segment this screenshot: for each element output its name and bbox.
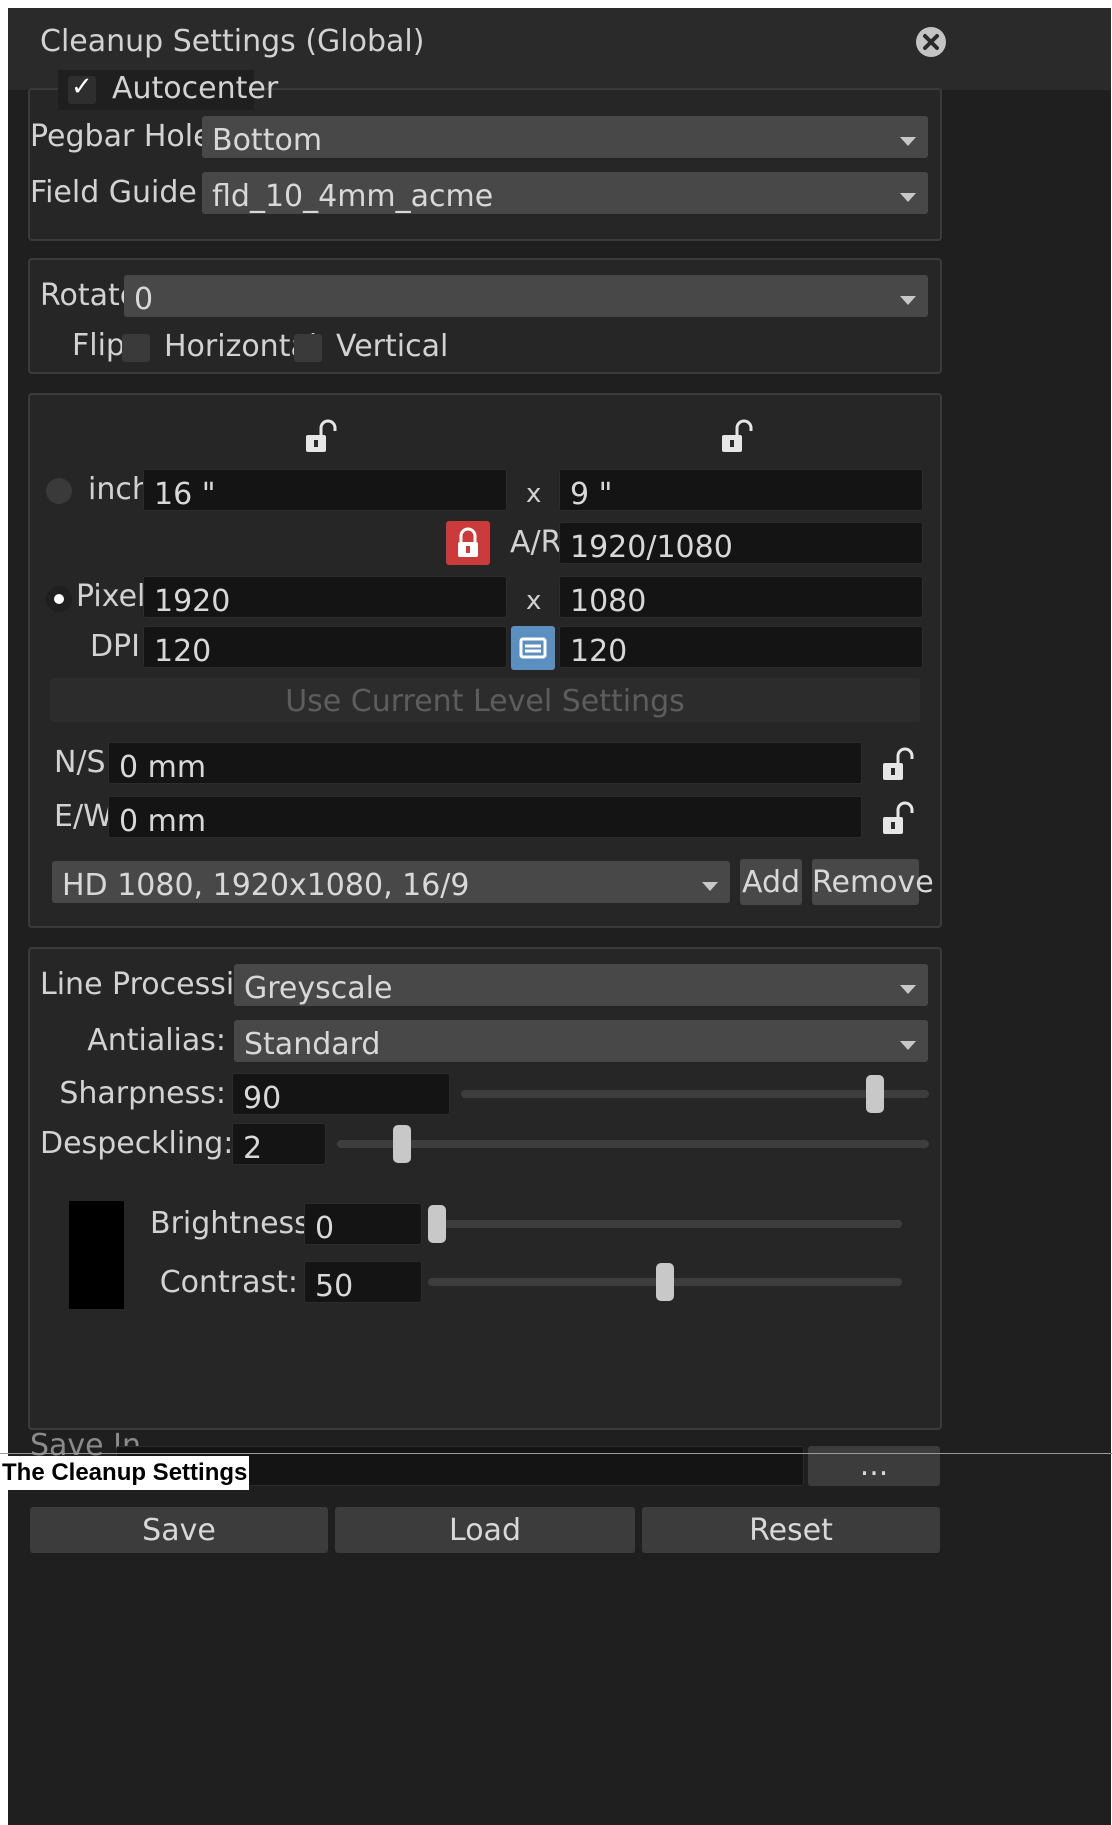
chevron-down-icon — [702, 882, 718, 891]
ar-field[interactable]: 1920/1080 — [559, 522, 923, 564]
ar-label: A/R — [510, 525, 562, 560]
lock-height-icon[interactable] — [719, 418, 753, 458]
brightness-label: Brightness: — [150, 1206, 320, 1241]
flip-label: Flip — [72, 328, 125, 363]
inch-width-field[interactable]: 16 " — [143, 469, 507, 511]
pixels-width-field[interactable]: 1920 — [143, 576, 507, 618]
brightness-field[interactable]: 0 — [304, 1203, 422, 1245]
load-button[interactable]: Load — [335, 1507, 635, 1553]
despeckling-field[interactable]: 2 — [232, 1123, 326, 1165]
dpi-label: DPI — [89, 629, 140, 664]
despeckling-slider-track[interactable] — [337, 1140, 929, 1148]
lock-ns-icon[interactable] — [880, 746, 914, 786]
flip-horizontal-checkbox[interactable] — [122, 334, 150, 362]
save-button[interactable]: Save — [30, 1507, 328, 1553]
lock-ew-icon[interactable] — [880, 800, 914, 840]
chevron-down-icon — [900, 296, 916, 305]
pegbar-holes-dropdown[interactable]: Bottom — [202, 116, 928, 158]
radio-dot-icon — [54, 594, 64, 604]
rotate-value: 0 — [134, 282, 154, 317]
lock-width-icon[interactable] — [303, 418, 337, 458]
antialias-dropdown[interactable]: Standard — [234, 1020, 928, 1062]
brightness-slider-track[interactable] — [428, 1220, 902, 1228]
brightness-slider-handle[interactable] — [428, 1205, 446, 1243]
flip-vertical-label: Vertical — [336, 329, 449, 364]
line-processing-dropdown[interactable]: Greyscale — [234, 964, 928, 1006]
field-guide-value: fld_10_4mm_acme — [212, 179, 494, 214]
chevron-down-icon — [900, 193, 916, 202]
pegbar-holes-value: Bottom — [212, 123, 323, 158]
ew-field[interactable]: 0 mm — [108, 796, 862, 838]
flip-vertical-checkbox[interactable] — [294, 334, 322, 362]
chevron-down-icon — [900, 1041, 916, 1050]
ns-label: N/S — [54, 745, 106, 780]
ar-lock-button[interactable] — [446, 521, 490, 565]
ew-label: E/W — [54, 799, 113, 834]
sharpness-label: Sharpness: — [59, 1076, 226, 1111]
dpi-link-button[interactable] — [511, 626, 555, 670]
browse-button[interactable]: ... — [808, 1446, 940, 1486]
reset-button[interactable]: Reset — [642, 1507, 940, 1553]
antialias-value: Standard — [244, 1027, 381, 1062]
caption-rule — [0, 1453, 1112, 1454]
antialias-label: Antialias: — [87, 1023, 226, 1058]
close-icon[interactable] — [914, 25, 948, 59]
checkmark-icon: ✓ — [71, 72, 93, 102]
pixels-radio[interactable] — [46, 586, 72, 612]
dpi-x-field[interactable]: 120 — [143, 626, 507, 668]
autocenter-group — [28, 88, 942, 241]
figure-caption: The Cleanup Settings — [0, 1456, 250, 1490]
inch-label: inch — [88, 472, 151, 507]
rotate-dropdown[interactable]: 0 — [124, 275, 928, 317]
autocenter-label: Autocenter — [112, 71, 279, 106]
add-preset-button[interactable]: Add — [740, 859, 802, 905]
contrast-field[interactable]: 50 — [304, 1261, 422, 1303]
inch-radio[interactable] — [46, 478, 72, 504]
line-processing-value: Greyscale — [244, 971, 393, 1006]
autocenter-checkbox[interactable]: ✓ — [68, 72, 96, 104]
contrast-slider-handle[interactable] — [656, 1263, 674, 1301]
field-guide-dropdown[interactable]: fld_10_4mm_acme — [202, 172, 928, 214]
pixels-height-field[interactable]: 1080 — [559, 576, 923, 618]
despeckling-label: Despeckling: — [40, 1126, 234, 1161]
camera-preset-value: HD 1080, 1920x1080, 16/9 — [62, 868, 470, 903]
x-separator: x — [526, 479, 542, 509]
dpi-y-field[interactable]: 120 — [559, 626, 923, 668]
pegbar-holes-label: Pegbar Holes — [30, 119, 228, 154]
contrast-label: Contrast: — [159, 1265, 298, 1300]
chevron-down-icon — [900, 137, 916, 146]
sharpness-slider-handle[interactable] — [866, 1075, 884, 1113]
sharpness-slider-track[interactable] — [461, 1090, 929, 1098]
ns-field[interactable]: 0 mm — [108, 742, 862, 784]
field-guide-label: Field Guide — [30, 175, 197, 210]
equals-icon — [519, 637, 547, 659]
remove-preset-button[interactable]: Remove — [812, 859, 934, 905]
color-swatch[interactable] — [69, 1201, 124, 1309]
lock-icon — [458, 527, 478, 557]
inch-height-field[interactable]: 9 " — [559, 469, 923, 511]
chevron-down-icon — [900, 985, 916, 994]
x-separator: x — [526, 586, 542, 616]
sharpness-field[interactable]: 90 — [232, 1073, 450, 1115]
use-current-level-settings-button[interactable]: Use Current Level Settings — [50, 678, 920, 722]
despeckling-slider-handle[interactable] — [393, 1125, 411, 1163]
window-title: Cleanup Settings (Global) — [40, 24, 425, 59]
camera-preset-dropdown[interactable]: HD 1080, 1920x1080, 16/9 — [52, 861, 730, 903]
